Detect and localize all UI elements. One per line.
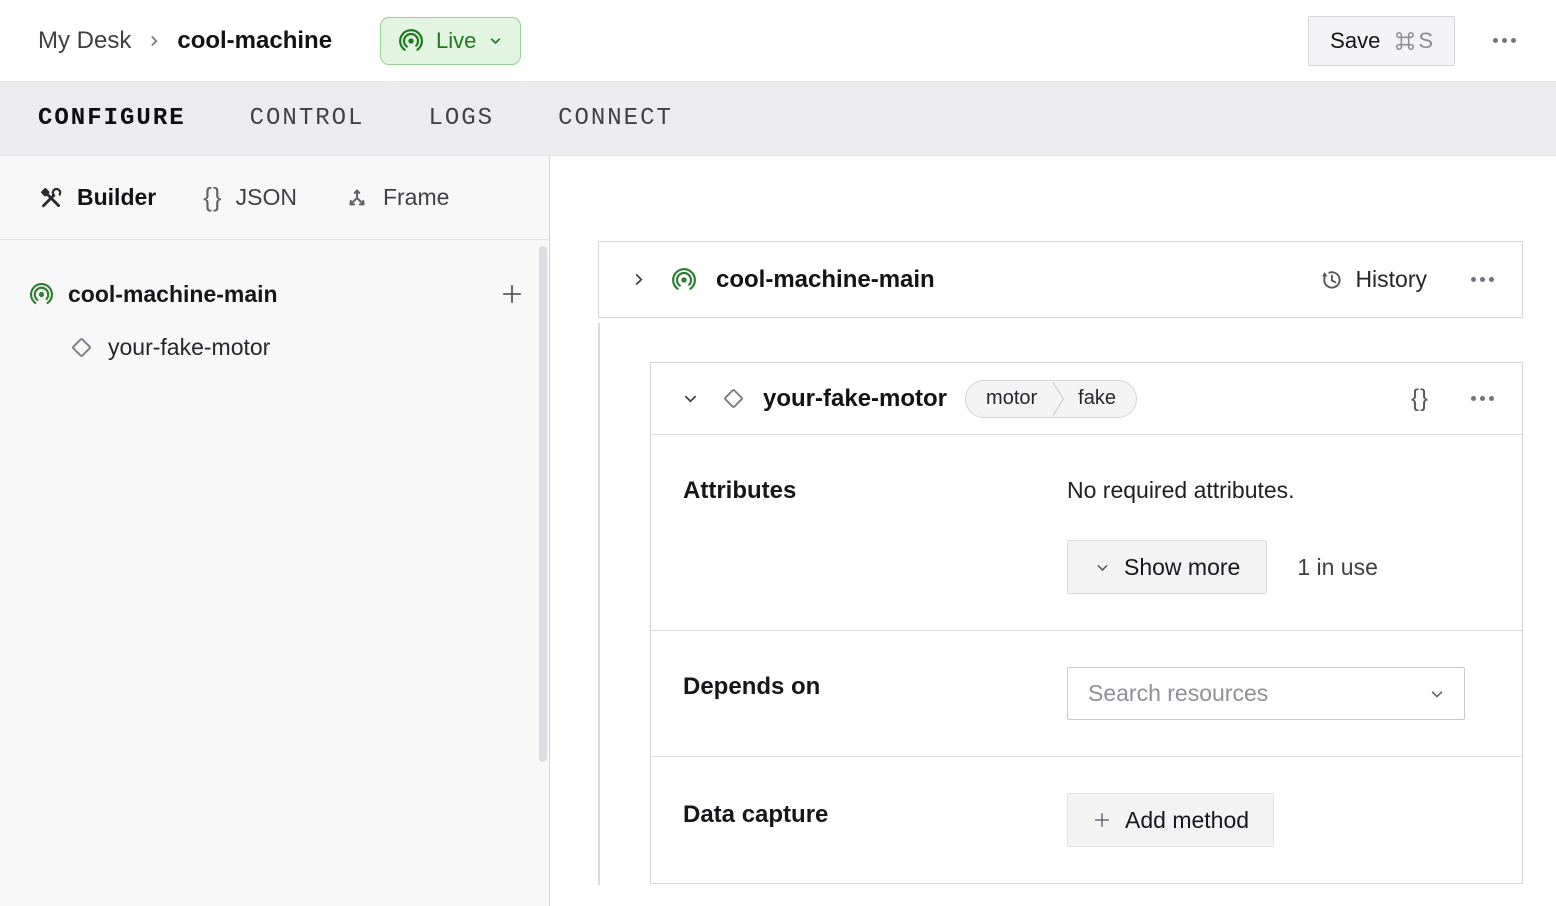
- save-button-label: Save: [1330, 27, 1381, 53]
- view-tab-builder-label: Builder: [77, 184, 157, 210]
- tree-component-label: your-fake-motor: [108, 333, 271, 360]
- section-data-capture: Data capture Add method: [651, 757, 1522, 883]
- history-button-label: History: [1355, 266, 1427, 292]
- braces-icon: {}: [203, 181, 223, 212]
- broadcast-icon: [28, 281, 55, 308]
- chevron-right-icon: [145, 32, 163, 50]
- add-method-label: Add method: [1125, 806, 1250, 833]
- attributes-message: No required attributes.: [1067, 477, 1295, 503]
- tree-machine-label: cool-machine-main: [68, 280, 278, 307]
- config-main-panel: cool-machine-main History your-fake-moto…: [551, 156, 1556, 906]
- collapse-chevron-down-icon[interactable]: [681, 389, 700, 408]
- tree-item-component[interactable]: your-fake-motor: [0, 322, 549, 372]
- component-type: motor: [986, 387, 1038, 409]
- sidebar-scrollbar[interactable]: [539, 246, 547, 762]
- depends-on-search-input[interactable]: [1088, 680, 1428, 707]
- attributes-in-use-count: 1 in use: [1297, 553, 1378, 580]
- live-status-label: Live: [436, 27, 477, 53]
- depends-on-select[interactable]: [1067, 667, 1465, 720]
- view-tab-json-label: JSON: [235, 184, 297, 210]
- machine-card-title: cool-machine-main: [716, 265, 935, 293]
- broadcast-icon: [397, 27, 425, 55]
- frame-axes-icon: [344, 185, 370, 211]
- show-more-label: Show more: [1124, 553, 1241, 580]
- section-depends-on: Depends on: [651, 631, 1522, 757]
- config-sidebar: Builder {} JSON Frame cool-machine-main …: [0, 156, 550, 906]
- tab-configure[interactable]: CONFIGURE: [38, 105, 186, 132]
- add-resource-icon[interactable]: [499, 281, 525, 307]
- chevron-down-icon: [487, 32, 504, 49]
- component-json-icon[interactable]: {}: [1411, 385, 1429, 413]
- expand-chevron-right-icon[interactable]: [629, 270, 648, 289]
- machine-config-app: My Desk cool-machine Live Save S CONFIGU…: [0, 0, 1556, 906]
- component-card-title: your-fake-motor: [763, 384, 948, 412]
- history-icon: [1319, 267, 1344, 292]
- tree-connector-line: [598, 323, 600, 885]
- tab-connect[interactable]: CONNECT: [558, 105, 673, 132]
- top-header: My Desk cool-machine Live Save S: [0, 0, 1556, 82]
- component-type-badge: motor fake: [965, 379, 1137, 418]
- component-model: fake: [1078, 387, 1116, 409]
- breadcrumb: My Desk cool-machine: [38, 27, 332, 55]
- sidebar-view-tabs: Builder {} JSON Frame: [0, 156, 549, 240]
- section-attributes: Attributes No required attributes. Show …: [651, 435, 1522, 631]
- machine-part-card: cool-machine-main History: [598, 241, 1523, 318]
- save-shortcut-key: S: [1418, 27, 1433, 53]
- show-more-button[interactable]: Show more: [1067, 540, 1268, 594]
- diamond-icon: [720, 385, 747, 412]
- chevron-down-icon: [1094, 559, 1111, 576]
- history-button[interactable]: History: [1319, 266, 1427, 293]
- header-overflow-menu-icon[interactable]: [1493, 38, 1516, 43]
- breadcrumb-current: cool-machine: [177, 26, 333, 54]
- tree-item-machine-part[interactable]: cool-machine-main: [0, 266, 549, 322]
- attributes-label: Attributes: [683, 477, 797, 504]
- diamond-icon: [68, 334, 95, 361]
- save-shortcut: S: [1394, 28, 1433, 54]
- component-card-menu-icon[interactable]: [1471, 396, 1494, 401]
- badge-separator-chevron: [1051, 381, 1066, 417]
- component-card-header: your-fake-motor motor fake {}: [651, 363, 1522, 435]
- save-button[interactable]: Save S: [1308, 15, 1455, 66]
- machine-nav-tabs: CONFIGURE CONTROL LOGS CONNECT: [0, 82, 1556, 156]
- data-capture-label: Data capture: [683, 801, 829, 828]
- resource-tree: cool-machine-main your-fake-motor: [0, 240, 549, 372]
- broadcast-icon: [670, 266, 698, 294]
- machine-card-menu-icon[interactable]: [1471, 277, 1494, 282]
- add-method-button[interactable]: Add method: [1067, 793, 1275, 847]
- view-tab-frame-label: Frame: [382, 184, 450, 210]
- view-tab-json[interactable]: {} JSON: [203, 184, 297, 211]
- tab-logs[interactable]: LOGS: [428, 105, 494, 132]
- plus-icon: [1092, 810, 1112, 830]
- depends-on-label: Depends on: [683, 673, 821, 700]
- breadcrumb-parent[interactable]: My Desk: [38, 27, 131, 55]
- tools-icon: [38, 185, 64, 211]
- command-key-icon: [1394, 30, 1416, 52]
- tab-control[interactable]: CONTROL: [250, 105, 365, 132]
- live-status-dropdown[interactable]: Live: [380, 16, 522, 65]
- view-tab-builder[interactable]: Builder: [38, 184, 156, 211]
- view-tab-frame[interactable]: Frame: [344, 184, 449, 211]
- chevron-down-icon: [1428, 685, 1446, 703]
- component-card: your-fake-motor motor fake {} Attributes: [650, 362, 1523, 884]
